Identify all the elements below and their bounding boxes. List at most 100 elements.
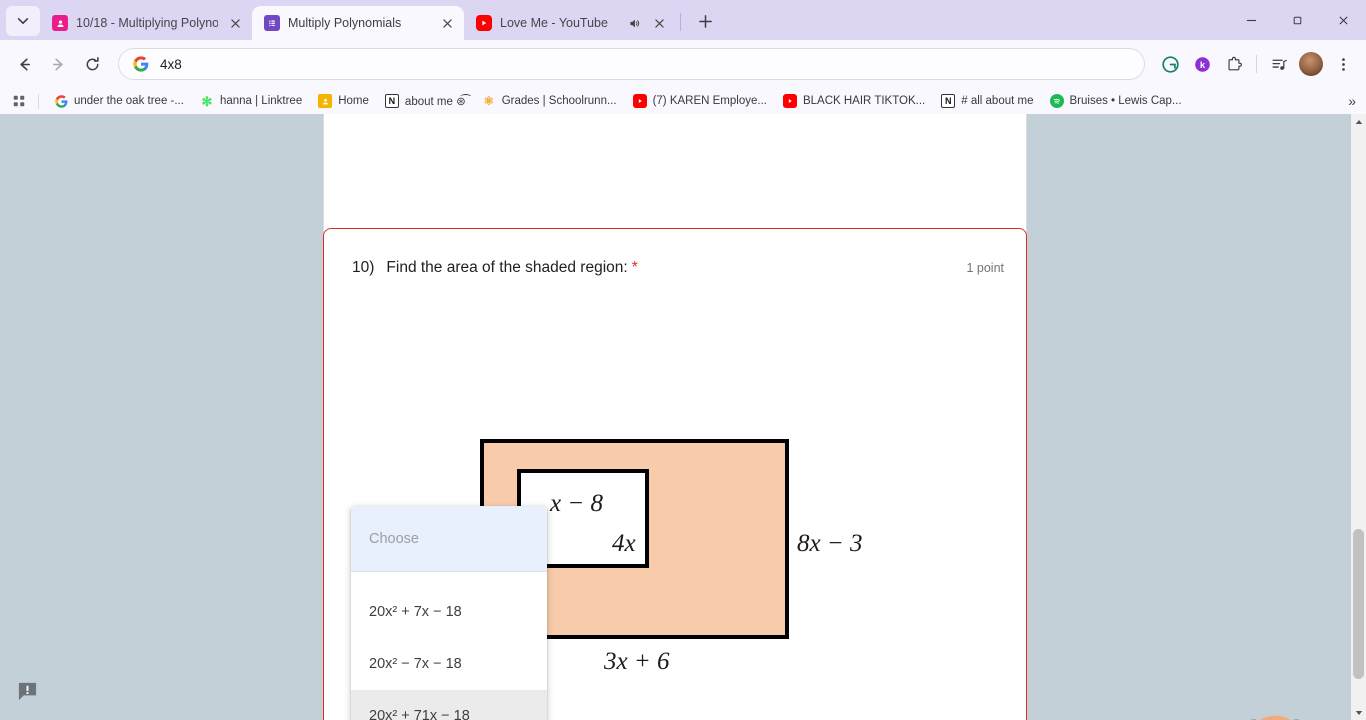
bookmark-item-5[interactable]: (7) KAREN Employe... (626, 91, 774, 111)
question-number: 10) (352, 259, 375, 276)
tab-audio-icon[interactable] (626, 15, 642, 31)
bookmark-item-2[interactable]: Home (311, 91, 376, 111)
page-viewport: 12x² + 17x − 5 10) Find the area of the … (0, 114, 1366, 720)
tab-title: 10/18 - Multiplying Polynomials (76, 16, 218, 30)
kami-extension-icon[interactable]: k (1187, 49, 1217, 79)
maximize-icon (1293, 16, 1301, 24)
address-bar-value: 4x8 (160, 56, 182, 72)
outer-width-label: 3x + 6 (603, 648, 670, 675)
bookmark-item-1[interactable]: ✻ hanna | Linktree (193, 91, 309, 111)
new-tab-button[interactable] (691, 7, 719, 35)
apps-grid-icon[interactable] (8, 90, 30, 112)
tab-close-button[interactable] (438, 14, 456, 32)
dropdown-option-2[interactable]: 20x² + 71x − 18 (351, 690, 547, 720)
bookmark-item-4[interactable]: ⚛ Grades | Schoolrunn... (475, 91, 624, 111)
bookmark-item-3[interactable]: N about me ⊛͡ (378, 91, 473, 111)
scroll-up-arrow[interactable] (1351, 114, 1366, 129)
youtube-favicon-icon (632, 94, 647, 108)
question-header: 10) Find the area of the shaded region: … (352, 259, 1004, 277)
close-icon (1338, 15, 1348, 25)
tab-strip: 10/18 - Multiplying Polynomials Multiply… (0, 0, 1366, 40)
dropdown-placeholder-option[interactable]: Choose (351, 506, 547, 571)
back-arrow-icon (19, 58, 30, 70)
toolbar-divider (1256, 55, 1257, 73)
bookmark-label: hanna | Linktree (219, 95, 303, 107)
bookmarks-overflow-button[interactable]: » (1348, 88, 1356, 114)
answer-dropdown-menu: Choose 20x² + 7x − 18 20x² − 7x − 18 20x… (351, 506, 547, 720)
tab-close-button[interactable] (226, 14, 244, 32)
tab-divider (680, 13, 681, 31)
google-favicon-icon (54, 94, 68, 108)
reload-button[interactable] (76, 48, 108, 80)
inner-width-label: x − 8 (549, 490, 603, 517)
bookmark-label: Grades | Schoolrunn... (501, 95, 617, 107)
minimize-icon (1246, 19, 1256, 21)
home-favicon-icon (318, 94, 333, 108)
contacts-icon (52, 15, 68, 31)
dropdown-option-1[interactable]: 20x² − 7x − 18 (351, 638, 547, 690)
bookmark-item-6[interactable]: BLACK HAIR TIKTOK... (776, 91, 932, 111)
tab-title: Love Me - YouTube (500, 16, 608, 30)
outer-height-label: 8x − 3 (797, 530, 862, 557)
google-g-icon (133, 56, 149, 72)
bookmarks-divider (38, 93, 39, 109)
grammarly-extension-icon[interactable] (1155, 49, 1185, 79)
tab-search-button[interactable] (6, 6, 40, 36)
bookmark-label: under the oak tree -... (74, 95, 184, 107)
dropdown-option-0[interactable]: 20x² + 7x − 18 (351, 586, 547, 638)
youtube-favicon-icon (782, 94, 797, 108)
profile-avatar-button[interactable] (1296, 49, 1326, 79)
three-dot-menu-icon (1341, 57, 1345, 71)
scrollbar-thumb[interactable] (1353, 529, 1364, 679)
tab-close-button[interactable] (650, 14, 668, 32)
menu-top-gap (351, 572, 547, 586)
bookmark-item-7[interactable]: N # all about me (934, 91, 1040, 111)
bookmarks-bar: under the oak tree -... ✻ hanna | Linktr… (0, 88, 1366, 114)
close-window-button[interactable] (1320, 0, 1366, 40)
question-points: 1 point (966, 261, 1004, 275)
bookmark-label: Bruises • Lewis Cap... (1069, 95, 1182, 107)
notion-favicon-icon: N (941, 94, 956, 108)
google-form-page: 12x² + 17x − 5 10) Find the area of the … (0, 114, 1351, 720)
back-button[interactable] (8, 48, 40, 80)
bookmark-item-8[interactable]: Bruises • Lewis Cap... (1043, 91, 1189, 111)
browser-toolbar: 4x8 k (0, 40, 1366, 88)
google-forms-icon (264, 15, 280, 31)
browser-tab-1[interactable]: Multiply Polynomials (252, 6, 464, 40)
scroll-down-arrow[interactable] (1351, 705, 1366, 720)
browser-menu-button[interactable] (1328, 49, 1358, 79)
browser-window: 10/18 - Multiplying Polynomials Multiply… (0, 0, 1366, 720)
notion-favicon-icon: N (384, 94, 399, 108)
youtube-icon (476, 15, 492, 31)
window-controls (1228, 0, 1366, 40)
extensions-puzzle-icon[interactable] (1219, 49, 1249, 79)
question-text: Find the area of the shaded region: (386, 259, 628, 276)
media-controls-icon[interactable] (1264, 49, 1294, 79)
minimize-button[interactable] (1228, 0, 1274, 40)
spotify-favicon-icon (1049, 94, 1064, 108)
bookmark-label: about me ⊛͡ (404, 96, 466, 108)
linktree-favicon-icon: ✻ (201, 93, 213, 109)
bookmark-label: BLACK HAIR TIKTOK... (802, 95, 926, 107)
browser-tab-0[interactable]: 10/18 - Multiplying Polynomials (40, 6, 252, 40)
bookmark-label: (7) KAREN Employe... (652, 95, 767, 107)
schoolrunner-favicon-icon: ⚛ (483, 94, 495, 108)
address-bar[interactable]: 4x8 (118, 48, 1145, 80)
bookmark-label: Home (338, 95, 369, 107)
forward-arrow-icon (52, 58, 63, 70)
bookmark-label: # all about me (961, 95, 1034, 107)
page-scrollbar[interactable] (1351, 114, 1366, 720)
dog-sticker (1232, 706, 1328, 720)
forward-button[interactable] (42, 48, 74, 80)
maximize-button[interactable] (1274, 0, 1320, 40)
plus-icon (698, 14, 712, 28)
inner-height-label: 4x (612, 530, 636, 557)
report-feedback-button[interactable] (16, 680, 38, 702)
bookmark-item-0[interactable]: under the oak tree -... (47, 91, 191, 111)
reload-icon (86, 56, 99, 70)
required-asterisk: * (631, 259, 638, 276)
browser-tab-2[interactable]: Love Me - YouTube (464, 6, 676, 40)
avatar (1299, 52, 1323, 76)
report-feedback-icon (18, 682, 36, 700)
tab-title: Multiply Polynomials (288, 16, 402, 30)
